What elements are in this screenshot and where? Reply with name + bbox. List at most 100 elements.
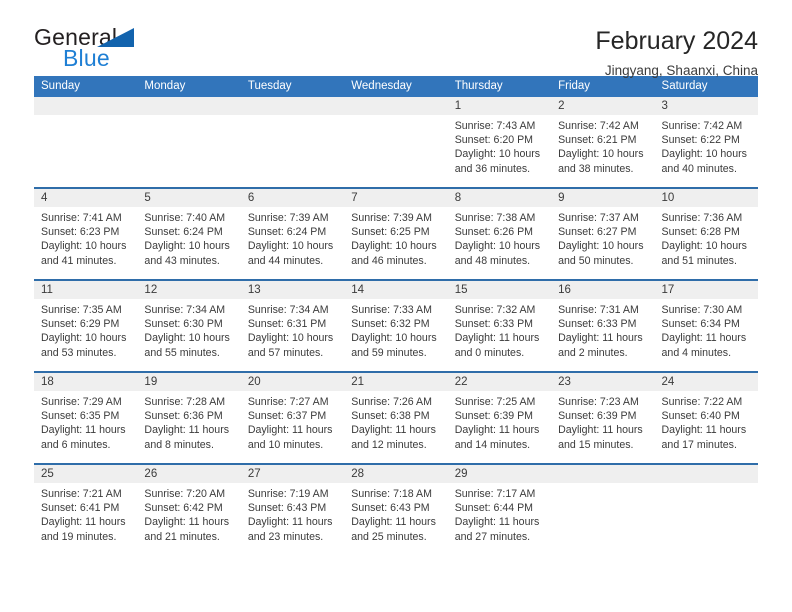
day-cell-19[interactable]: 19 Sunrise: 7:28 AM Sunset: 6:36 PM Dayligh… <box>137 373 241 463</box>
day-cell-14[interactable]: 14 Sunrise: 7:33 AM Sunset: 6:32 PM Dayligh… <box>344 281 448 371</box>
day-cell-1[interactable]: 1 Sunrise: 7:43 AM Sunset: 6:20 PM Daylight… <box>447 97 552 187</box>
day-details: Sunrise: 7:20 AM Sunset: 6:42 PM Daylight:… <box>137 483 240 544</box>
day-detail-line: Sunset: 6:33 PM <box>454 318 534 331</box>
day-detail-line: and 21 minutes. <box>144 530 220 543</box>
day-number: 19 <box>144 376 158 388</box>
day-cell-11[interactable]: 11 Sunrise: 7:35 AM Sunset: 6:29 PM Dayligh… <box>34 281 138 371</box>
day-detail-line: Sunrise: 7:32 AM <box>454 304 536 316</box>
day-details: Sunrise: 7:43 AM Sunset: 6:20 PM Daylight:… <box>448 115 551 176</box>
day-number-band: 7 <box>344 189 448 207</box>
day-cell-10[interactable]: 10 Sunrise: 7:36 AM Sunset: 6:28 PM Dayligh… <box>654 189 758 279</box>
day-details: Sunrise: 7:39 AM Sunset: 6:25 PM Daylight:… <box>344 207 447 268</box>
day-number-band: 23 <box>551 373 655 391</box>
day-cell-6[interactable]: 6 Sunrise: 7:39 AM Sunset: 6:24 PM Daylight… <box>240 189 345 279</box>
day-cell-13[interactable]: 13 Sunrise: 7:34 AM Sunset: 6:31 PM Dayligh… <box>240 281 345 371</box>
day-detail-line: Sunset: 6:36 PM <box>144 410 223 423</box>
day-details: Sunrise: 7:27 AM Sunset: 6:37 PM Daylight:… <box>241 391 344 452</box>
day-number: 18 <box>41 376 54 388</box>
day-detail-line: Daylight: 10 hours <box>351 332 437 345</box>
day-detail-line: Sunrise: 7:34 AM <box>247 304 329 316</box>
day-detail-line: Daylight: 11 hours <box>454 516 540 529</box>
day-details: Sunrise: 7:38 AM Sunset: 6:26 PM Daylight:… <box>448 207 551 268</box>
calendar-week-row: 25 Sunrise: 7:21 AM Sunset: 6:41 PM Dayligh… <box>34 463 758 555</box>
day-cell-18[interactable]: 18 Sunrise: 7:29 AM Sunset: 6:35 PM Dayligh… <box>34 373 138 463</box>
day-cell-empty <box>551 465 655 555</box>
day-detail-line: Sunrise: 7:21 AM <box>41 488 122 500</box>
day-detail-line: Daylight: 10 hours <box>558 148 644 161</box>
day-cell-26[interactable]: 26 Sunrise: 7:20 AM Sunset: 6:42 PM Dayligh… <box>137 465 241 555</box>
day-detail-line: Daylight: 11 hours <box>351 424 436 437</box>
day-detail-line: and 17 minutes. <box>661 438 737 451</box>
day-detail-line: Daylight: 11 hours <box>41 424 126 437</box>
day-cell-12[interactable]: 12 Sunrise: 7:34 AM Sunset: 6:30 PM Dayligh… <box>137 281 241 371</box>
day-cell-22[interactable]: 22 Sunrise: 7:25 AM Sunset: 6:39 PM Dayligh… <box>447 373 552 463</box>
day-number-band: 14 <box>344 281 448 299</box>
day-cell-25[interactable]: 25 Sunrise: 7:21 AM Sunset: 6:41 PM Dayligh… <box>34 465 138 555</box>
day-cell-27[interactable]: 27 Sunrise: 7:19 AM Sunset: 6:43 PM Dayligh… <box>240 465 345 555</box>
day-detail-line: Sunrise: 7:26 AM <box>351 396 432 408</box>
day-cell-8[interactable]: 8 Sunrise: 7:38 AM Sunset: 6:26 PM Daylight… <box>447 189 552 279</box>
day-detail-line: Sunset: 6:39 PM <box>454 410 534 423</box>
day-detail-line: and 4 minutes. <box>661 346 732 359</box>
day-detail-line: Sunrise: 7:25 AM <box>454 396 536 408</box>
day-detail-line: Sunrise: 7:23 AM <box>558 396 639 408</box>
day-detail-line: and 51 minutes. <box>661 254 737 267</box>
day-detail-line: Sunset: 6:40 PM <box>661 410 740 423</box>
day-detail-line: Sunset: 6:24 PM <box>144 226 223 239</box>
day-cell-28[interactable]: 28 Sunrise: 7:18 AM Sunset: 6:43 PM Dayligh… <box>344 465 448 555</box>
day-details: Sunrise: 7:37 AM Sunset: 6:27 PM Daylight:… <box>551 207 654 268</box>
calendar-weeks: 1 Sunrise: 7:43 AM Sunset: 6:20 PM Daylight… <box>34 97 758 555</box>
day-cell-2[interactable]: 2 Sunrise: 7:42 AM Sunset: 6:21 PM Daylight… <box>551 97 655 187</box>
day-number-band: 15 <box>447 281 552 299</box>
day-detail-line: Daylight: 10 hours <box>247 240 334 253</box>
day-number: 7 <box>351 192 358 204</box>
day-number-band <box>137 97 241 115</box>
day-details: Sunrise: 7:32 AM Sunset: 6:33 PM Daylight:… <box>448 299 551 360</box>
day-detail-line: and 48 minutes. <box>454 254 531 267</box>
day-detail-line: Daylight: 11 hours <box>558 332 643 345</box>
day-detail-line: Daylight: 11 hours <box>41 516 126 529</box>
day-cell-23[interactable]: 23 Sunrise: 7:23 AM Sunset: 6:39 PM Dayligh… <box>551 373 655 463</box>
day-number: 15 <box>454 284 468 296</box>
day-detail-line: Sunset: 6:38 PM <box>351 410 430 423</box>
day-detail-line: and 41 minutes. <box>41 254 117 267</box>
day-detail-line: Sunrise: 7:39 AM <box>247 212 329 224</box>
day-detail-line: Daylight: 11 hours <box>144 516 230 529</box>
day-number-band: 21 <box>344 373 448 391</box>
day-detail-line: Sunset: 6:34 PM <box>661 318 740 331</box>
day-detail-line: and 23 minutes. <box>247 530 324 543</box>
day-detail-line: Sunrise: 7:17 AM <box>454 488 536 500</box>
general-blue-logo[interactable]: General Blue <box>34 26 164 74</box>
day-detail-line: and 0 minutes. <box>454 346 525 359</box>
day-number-band <box>654 465 758 483</box>
day-cell-3[interactable]: 3 Sunrise: 7:42 AM Sunset: 6:22 PM Daylight… <box>654 97 758 187</box>
day-cell-24[interactable]: 24 Sunrise: 7:22 AM Sunset: 6:40 PM Dayligh… <box>654 373 758 463</box>
day-cell-20[interactable]: 20 Sunrise: 7:27 AM Sunset: 6:37 PM Dayligh… <box>240 373 345 463</box>
day-detail-line: and 36 minutes. <box>454 162 531 175</box>
day-detail-line: Sunset: 6:33 PM <box>558 318 637 331</box>
day-detail-line: and 44 minutes. <box>247 254 324 267</box>
day-number: 10 <box>661 192 675 204</box>
day-number-band: 29 <box>447 465 552 483</box>
day-detail-line: Sunset: 6:42 PM <box>144 502 223 515</box>
day-number-band: 11 <box>34 281 138 299</box>
day-details: Sunrise: 7:31 AM Sunset: 6:33 PM Daylight:… <box>551 299 654 360</box>
day-cell-29[interactable]: 29 Sunrise: 7:17 AM Sunset: 6:44 PM Dayligh… <box>447 465 552 555</box>
day-detail-line: Daylight: 10 hours <box>144 240 230 253</box>
day-cell-17[interactable]: 17 Sunrise: 7:30 AM Sunset: 6:34 PM Dayligh… <box>654 281 758 371</box>
day-cell-9[interactable]: 9 Sunrise: 7:37 AM Sunset: 6:27 PM Daylight… <box>551 189 655 279</box>
day-cell-21[interactable]: 21 Sunrise: 7:26 AM Sunset: 6:38 PM Dayligh… <box>344 373 448 463</box>
day-detail-line: Sunset: 6:39 PM <box>558 410 637 423</box>
day-number-band <box>344 97 448 115</box>
day-detail-line: Daylight: 10 hours <box>41 332 127 345</box>
day-cell-empty <box>34 97 138 187</box>
day-cell-4[interactable]: 4 Sunrise: 7:41 AM Sunset: 6:23 PM Daylight… <box>34 189 138 279</box>
day-cell-7[interactable]: 7 Sunrise: 7:39 AM Sunset: 6:25 PM Daylight… <box>344 189 448 279</box>
day-detail-line: and 2 minutes. <box>558 346 628 359</box>
day-details: Sunrise: 7:35 AM Sunset: 6:29 PM Daylight:… <box>34 299 137 360</box>
day-cell-15[interactable]: 15 Sunrise: 7:32 AM Sunset: 6:33 PM Dayligh… <box>447 281 552 371</box>
day-cell-16[interactable]: 16 Sunrise: 7:31 AM Sunset: 6:33 PM Dayligh… <box>551 281 655 371</box>
title-block: February 2024 Jingyang, Shaanxi, China <box>595 26 758 78</box>
day-cell-5[interactable]: 5 Sunrise: 7:40 AM Sunset: 6:24 PM Daylight… <box>137 189 241 279</box>
day-number: 11 <box>41 284 53 296</box>
